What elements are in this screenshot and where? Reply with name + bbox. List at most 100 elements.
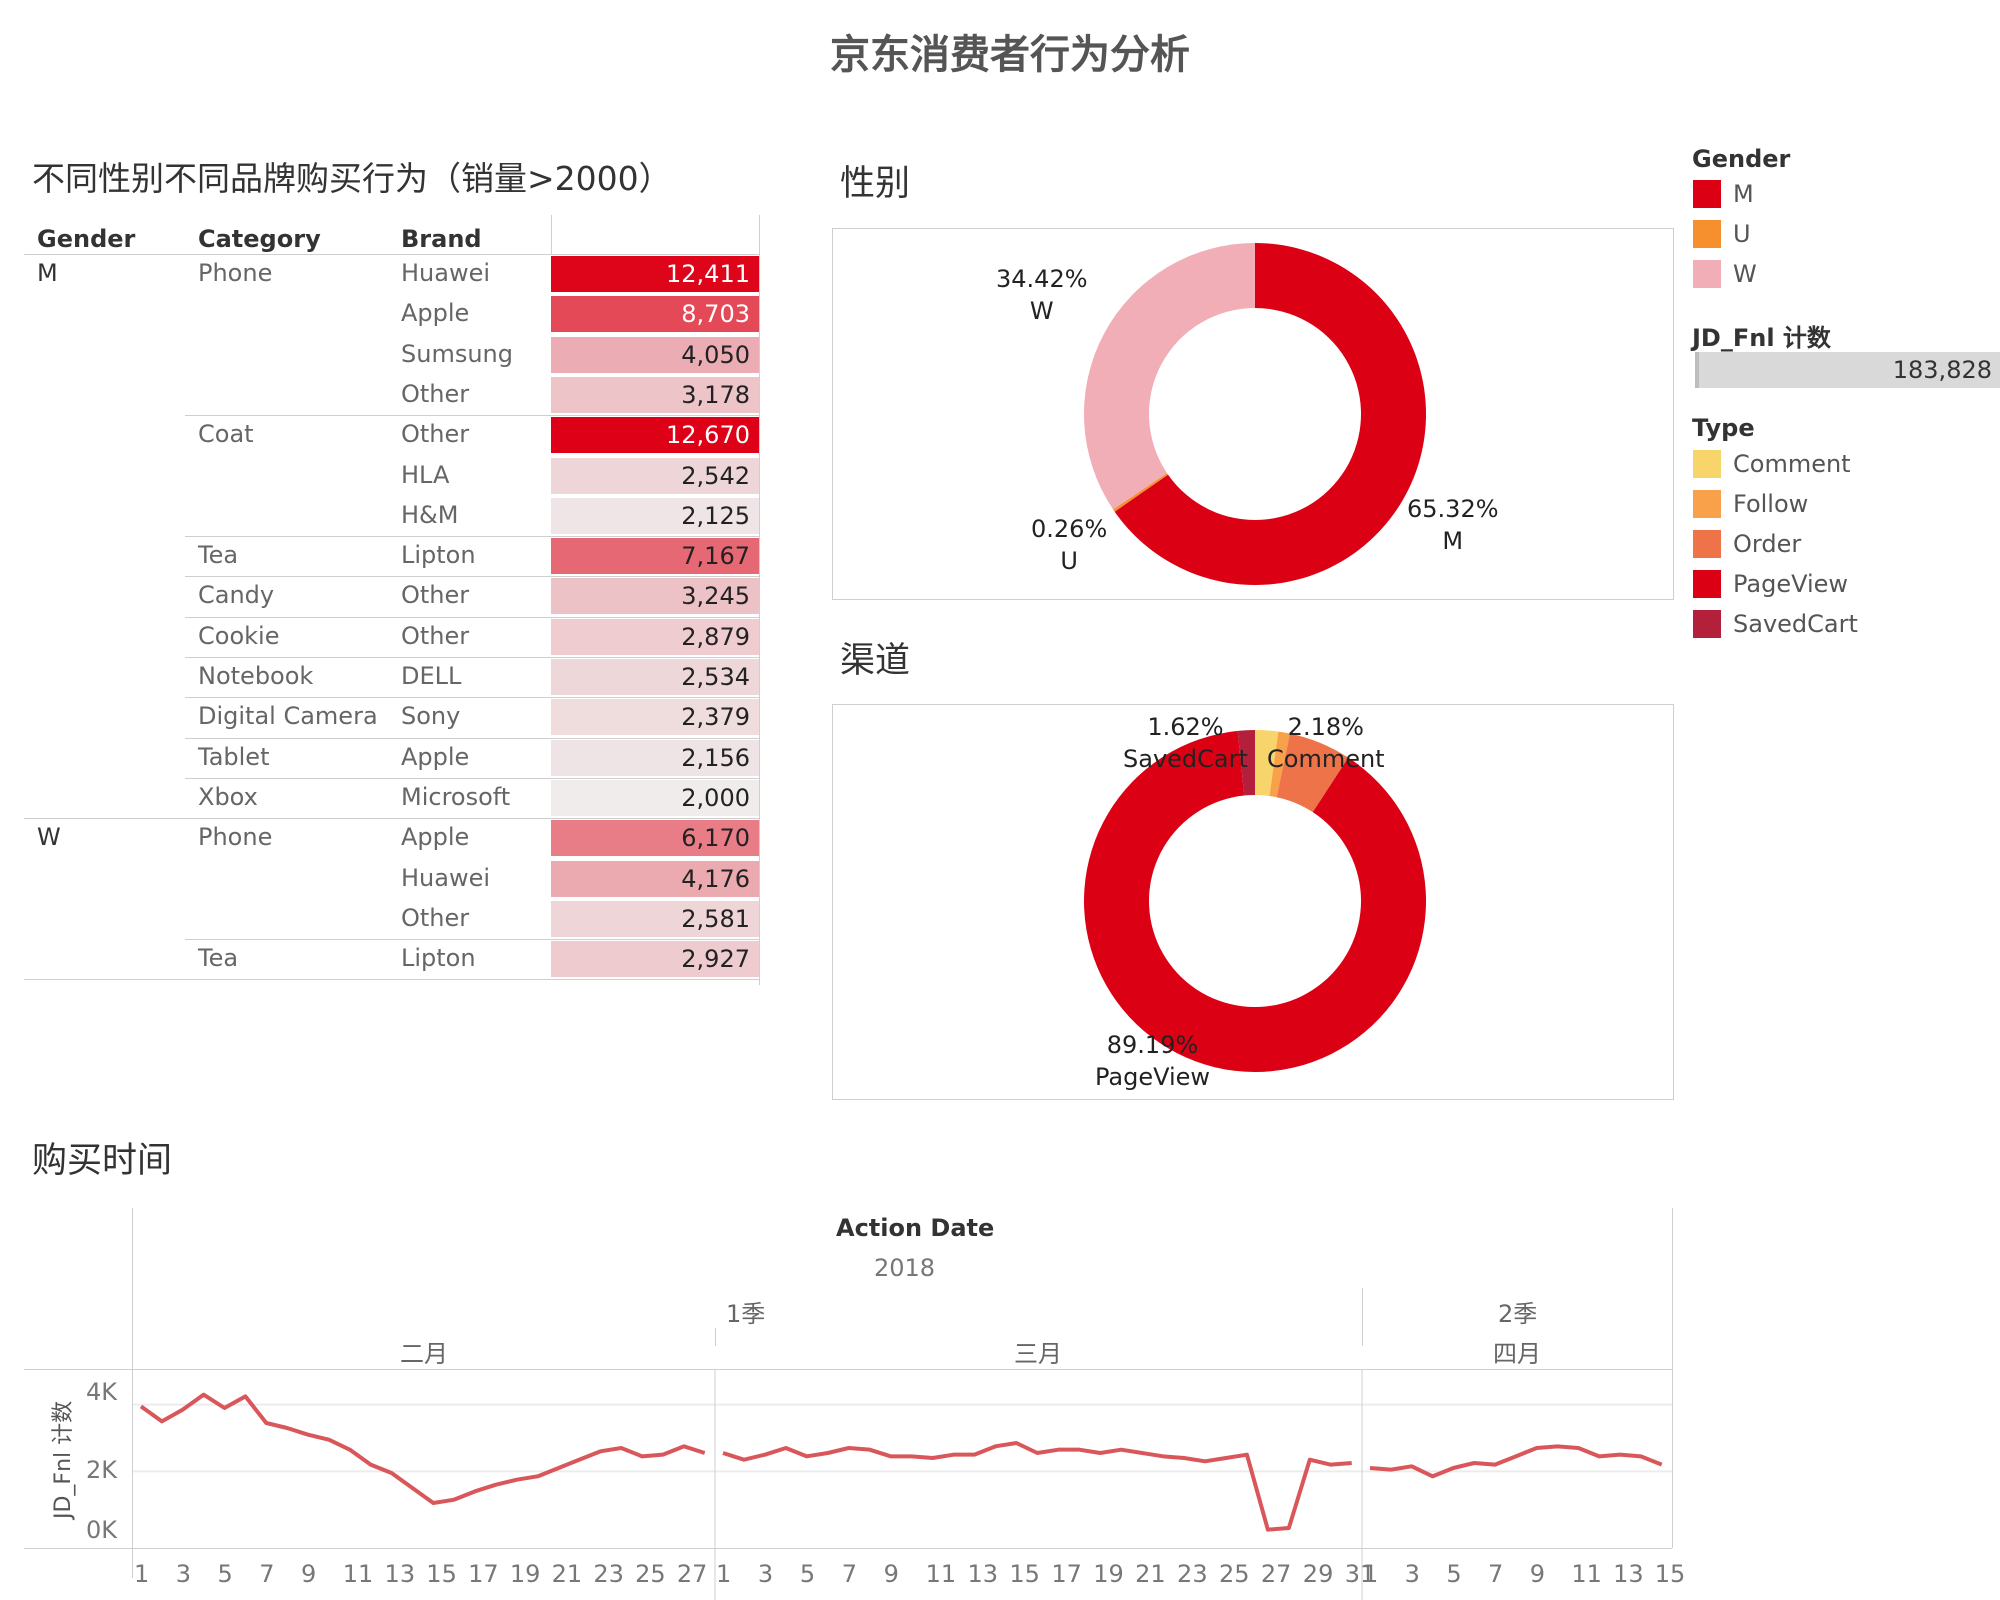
channel-savedcart-name: SavedCart: [1123, 745, 1248, 773]
xtick-apr: 7: [1488, 1560, 1503, 1588]
row-brand: Sumsung: [401, 339, 513, 368]
time-line-chart: 1 3 5 7 9 11 13 15 17 19 21 23 25 27 1 3 5 7 9 11 13 15 17 19 21…: [133, 1370, 1686, 1600]
xtick-feb: 17: [468, 1560, 499, 1588]
channel-panel: 1.62% SavedCart 2.18% Comment 89.19% Pag…: [832, 704, 1674, 1100]
gender-label-w: 34.42% W: [996, 263, 1088, 327]
gender-legend-item[interactable]: W: [1693, 260, 1757, 288]
channel-savedcart-pct: 1.62%: [1147, 713, 1224, 741]
row-separator: [24, 818, 759, 820]
xtick-apr: 15: [1655, 1560, 1686, 1588]
row-value: 12,411: [551, 256, 759, 292]
channel-comment-name: Comment: [1267, 745, 1385, 773]
type-legend-label: PageView: [1733, 570, 1849, 598]
type-legend-title: Type: [1692, 414, 1755, 442]
type-swatch: [1693, 570, 1721, 598]
gender-panel: 34.42% W 0.26% U 65.32% M: [832, 228, 1674, 600]
row-value: 2,534: [551, 659, 759, 695]
row-separator: [185, 576, 759, 578]
xtick-mar: 25: [1219, 1560, 1250, 1588]
gender-swatch: [1693, 180, 1721, 208]
gender-swatch: [1693, 260, 1721, 288]
gender-section-title: 性别: [840, 164, 911, 204]
xtick-apr: 5: [1446, 1560, 1461, 1588]
row-brand: HLA: [401, 460, 450, 489]
xtick-apr: 3: [1405, 1560, 1420, 1588]
type-legend-label: Comment: [1733, 450, 1851, 478]
type-swatch: [1693, 490, 1721, 518]
type-legend-item[interactable]: Follow: [1693, 490, 1808, 518]
month-mar-label: 三月: [1014, 1340, 1062, 1368]
xtick-mar: 17: [1051, 1560, 1082, 1588]
row-value: 3,245: [551, 578, 759, 615]
row-value: 6,170: [551, 820, 759, 857]
gender-slice-w[interactable]: [1084, 243, 1255, 510]
series-line-mar[interactable]: [722, 1441, 1352, 1532]
row-gender: W: [37, 823, 61, 852]
row-category: Digital Camera: [198, 702, 378, 731]
row-brand: Other: [401, 581, 470, 610]
type-legend-item[interactable]: Order: [1693, 530, 1801, 558]
channel-label-comment: 2.18% Comment: [1267, 711, 1385, 775]
row-brand: Apple: [401, 299, 470, 328]
gender-legend-label: W: [1733, 260, 1757, 288]
channel-comment-pct: 2.18%: [1287, 713, 1364, 741]
row-value: 2,156: [551, 739, 759, 776]
channel-pageview-pct: 89.19%: [1106, 1031, 1199, 1059]
gender-legend-item[interactable]: U: [1693, 220, 1751, 248]
row-separator: [185, 657, 759, 658]
xtick-feb: 15: [426, 1560, 457, 1588]
gender-legend-title: Gender: [1692, 145, 1791, 173]
xtick-mar: 13: [967, 1560, 998, 1588]
type-swatch: [1693, 530, 1721, 558]
row-category: Tea: [198, 541, 239, 570]
month-apr-label: 四月: [1493, 1340, 1541, 1368]
xtick-feb: 21: [552, 1560, 583, 1588]
xtick-apr: 11: [1571, 1560, 1602, 1588]
row-value: 4,050: [551, 336, 759, 373]
gender-donut-chart: [1084, 243, 1426, 585]
row-separator: [185, 697, 759, 699]
xtick-feb: 1: [134, 1560, 149, 1588]
quarter-divider: [1362, 1288, 1363, 1346]
series-line-feb[interactable]: [139, 1392, 706, 1505]
row-value: 12,670: [551, 417, 759, 454]
gender-label-u: 0.26% U: [1031, 513, 1107, 577]
xtick-mar: 23: [1177, 1560, 1208, 1588]
row-brand: Huawei: [401, 863, 491, 892]
gender-legend-item[interactable]: M: [1693, 180, 1754, 208]
type-swatch: [1693, 610, 1721, 638]
month-divider-1: [715, 1328, 716, 1346]
row-brand: DELL: [401, 662, 462, 690]
type-legend-item[interactable]: SavedCart: [1693, 610, 1858, 638]
xtick-feb: 25: [635, 1560, 666, 1588]
type-legend-item[interactable]: PageView: [1693, 570, 1848, 598]
xtick-mar: 9: [884, 1560, 899, 1588]
month-feb-label: 二月: [400, 1340, 448, 1368]
gender-m-name: M: [1442, 527, 1464, 555]
xtick-mar: 7: [842, 1560, 857, 1588]
row-separator: [185, 415, 759, 417]
xtick-mar: 11: [926, 1560, 957, 1588]
row-category: Candy: [198, 581, 275, 610]
gender-m-pct: 65.32%: [1407, 495, 1499, 523]
row-separator: [185, 737, 759, 739]
row-brand: Other: [401, 379, 470, 408]
table-title: 不同性别不同品牌购买行为（销量>2000）: [32, 159, 672, 198]
row-brand: Lipton: [401, 541, 476, 570]
gender-legend-label: U: [1733, 220, 1751, 248]
row-brand: Other: [401, 903, 470, 932]
header-category: Category: [198, 225, 321, 253]
xtick-feb: 5: [218, 1560, 233, 1588]
xtick-mar: 5: [800, 1560, 815, 1588]
xtick-feb: 27: [677, 1560, 708, 1588]
header-brand: Brand: [401, 225, 482, 253]
page-title: 京东消费者行为分析: [830, 31, 1190, 78]
row-separator: [24, 979, 759, 981]
xtick-feb: 3: [176, 1560, 191, 1588]
type-legend-item[interactable]: Comment: [1693, 450, 1851, 478]
row-category: Coat: [198, 420, 254, 449]
gender-swatch: [1693, 220, 1721, 248]
xtick-mar: 19: [1093, 1560, 1124, 1588]
row-value: 2,581: [551, 900, 759, 937]
row-category: Notebook: [198, 662, 314, 690]
